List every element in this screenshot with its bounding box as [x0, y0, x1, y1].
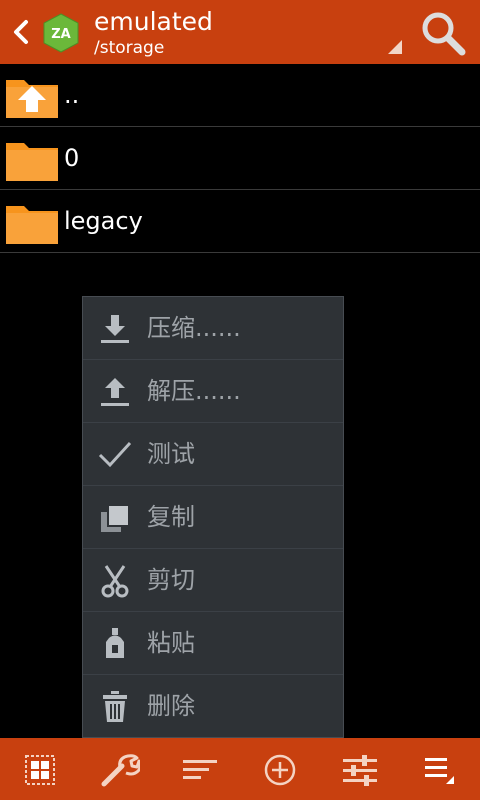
file-name: legacy — [64, 207, 143, 235]
paste-icon — [106, 628, 124, 658]
app-logo-icon: ZA — [43, 13, 79, 53]
settings-sliders-icon[interactable] — [340, 750, 380, 790]
app-logo-text: ZA — [51, 27, 71, 42]
tools-icon[interactable] — [100, 750, 140, 790]
menu-item-label: 测试 — [147, 440, 195, 468]
menu-item-label: 剪切 — [147, 566, 195, 594]
menu-icon[interactable] — [420, 750, 460, 790]
search-icon[interactable] — [420, 10, 466, 56]
header-bar: ZA emulated /storage — [0, 0, 480, 64]
bottom-toolbar — [0, 738, 480, 800]
extract-icon — [101, 378, 129, 406]
menu-item-cut[interactable]: 剪切 — [83, 549, 343, 612]
check-icon — [98, 441, 132, 468]
add-icon[interactable] — [260, 750, 300, 790]
dropdown-corner-icon[interactable] — [388, 40, 402, 54]
file-name: .. — [64, 81, 80, 109]
menu-item-label: 解压...... — [147, 377, 241, 405]
trash-icon — [103, 691, 127, 722]
file-name: 0 — [64, 144, 80, 172]
page-title: emulated — [94, 7, 213, 36]
file-row-legacy[interactable]: legacy — [0, 190, 480, 253]
menu-item-compress[interactable]: 压缩...... — [83, 297, 343, 360]
menu-item-label: 压缩...... — [147, 314, 241, 342]
context-menu: 压缩...... 解压...... 测试 复制 剪切 粘贴 删除 — [82, 296, 344, 738]
menu-item-label: 粘贴 — [147, 629, 195, 657]
file-row-0[interactable]: 0 — [0, 127, 480, 190]
back-arrow-icon[interactable] — [8, 16, 32, 48]
select-grid-icon[interactable] — [20, 750, 60, 790]
copy-icon — [101, 504, 130, 532]
menu-item-test[interactable]: 测试 — [83, 423, 343, 486]
menu-item-label: 复制 — [147, 503, 195, 531]
scissors-icon — [101, 565, 129, 598]
compress-icon — [101, 315, 129, 343]
file-row-parent[interactable]: .. — [0, 64, 480, 127]
menu-item-paste[interactable]: 粘贴 — [83, 612, 343, 675]
menu-item-label: 删除 — [147, 692, 195, 720]
folder-icon — [6, 206, 58, 244]
menu-item-copy[interactable]: 复制 — [83, 486, 343, 549]
sort-icon[interactable] — [180, 750, 220, 790]
menu-item-delete[interactable]: 删除 — [83, 675, 343, 738]
folder-icon — [6, 143, 58, 181]
menu-item-extract[interactable]: 解压...... — [83, 360, 343, 423]
current-path[interactable]: /storage — [94, 38, 164, 58]
file-list: .. 0 legacy — [0, 64, 480, 253]
folder-up-icon — [6, 80, 58, 118]
